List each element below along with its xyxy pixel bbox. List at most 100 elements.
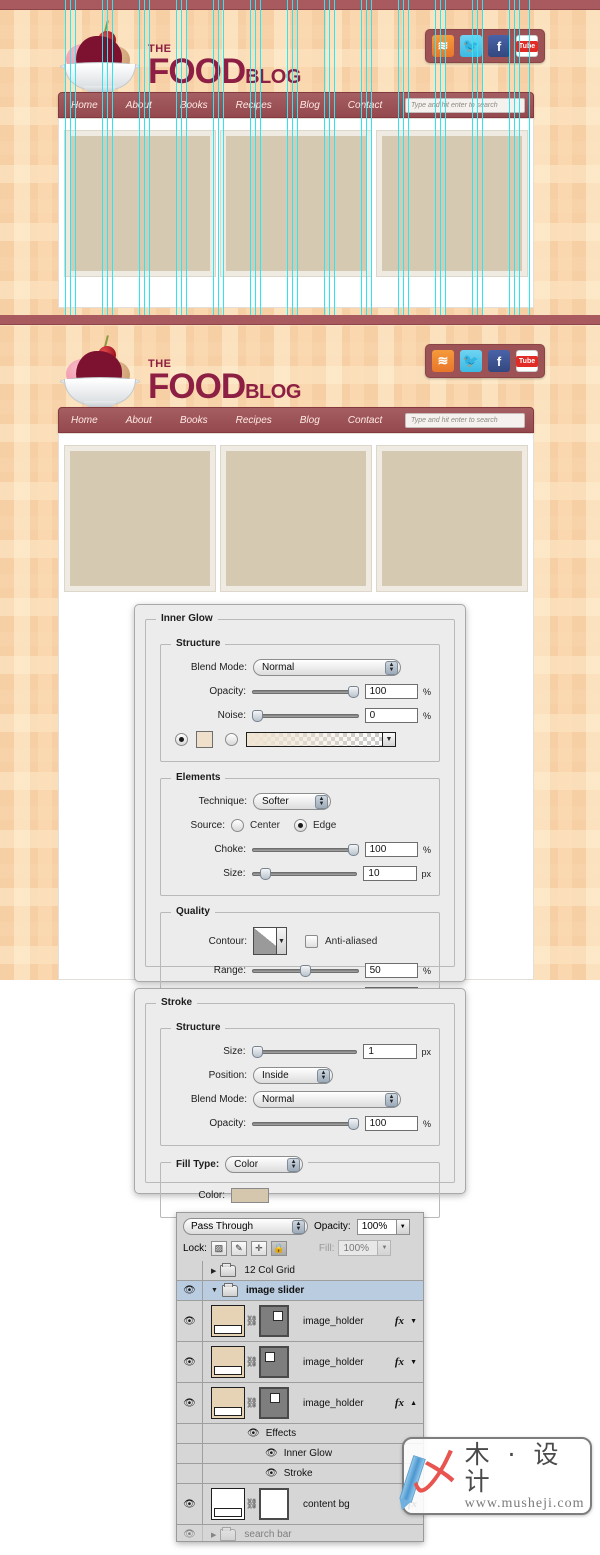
source-center-radio[interactable] xyxy=(231,819,244,832)
layer-row-inner-glow[interactable]: 👁 Inner Glow xyxy=(177,1444,423,1464)
site-logo-2[interactable]: THE FOOD BLOG xyxy=(58,333,301,407)
lock-all-icon[interactable]: 🔒 xyxy=(270,1240,287,1256)
glow-color-swatch[interactable] xyxy=(196,731,213,748)
lock-position-icon[interactable]: ✛ xyxy=(250,1240,267,1256)
layer-row-image-holder-2[interactable]: 👁 ⛓ image_holder fx ▼ xyxy=(177,1342,423,1383)
link-icon[interactable]: ⛓ xyxy=(245,1499,259,1510)
stroke-position-select[interactable]: Inside ▲ ▼ xyxy=(253,1067,333,1084)
eye-icon[interactable]: 👁 xyxy=(183,1285,196,1296)
layer-mask-thumbnail[interactable] xyxy=(259,1488,289,1520)
nav-item-home[interactable]: Home xyxy=(71,415,114,426)
chevron-down-icon[interactable]: ▼ xyxy=(410,1318,423,1325)
noise-value[interactable]: 0 xyxy=(364,708,418,723)
youtube-icon[interactable]: Tube xyxy=(515,350,539,372)
stroke-opacity-value[interactable]: 100 xyxy=(364,1116,418,1131)
layer-thumbnail[interactable] xyxy=(211,1387,245,1419)
nav-item-books[interactable]: Books xyxy=(180,415,224,426)
layer-row-image-slider[interactable]: 👁 ▼ image slider xyxy=(177,1281,423,1301)
contour-preset-picker[interactable]: ▼ xyxy=(253,927,287,955)
link-icon[interactable]: ⛓ xyxy=(245,1357,259,1368)
blend-mode-dropdown[interactable]: Pass Through ▲ ▼ xyxy=(183,1218,308,1235)
opacity-value[interactable]: 100% xyxy=(356,1218,397,1235)
layer-mask-thumbnail[interactable] xyxy=(259,1305,289,1337)
chevron-right-icon[interactable]: ▶ xyxy=(211,1267,216,1275)
stroke-dialog[interactable]: Stroke Structure Size: 1 px Position: In… xyxy=(134,988,466,1218)
visibility-toggle[interactable]: 👁 xyxy=(177,1342,203,1382)
facebook-icon[interactable]: f xyxy=(488,350,510,372)
eye-icon[interactable]: 👁 xyxy=(183,1398,196,1409)
slide-image-holder-3[interactable] xyxy=(377,446,527,591)
chevron-up-down-icon[interactable]: ▲ ▼ xyxy=(317,1068,330,1083)
visibility-toggle[interactable]: 👁 xyxy=(177,1281,203,1300)
stroke-color-swatch[interactable] xyxy=(231,1188,269,1203)
slide-image-holder-2[interactable] xyxy=(221,446,371,591)
nav-item-blog[interactable]: Blog xyxy=(300,415,336,426)
lock-paint-icon[interactable]: ✎ xyxy=(230,1240,247,1256)
layers-panel[interactable]: Pass Through ▲ ▼ Opacity: 100% ▼ Lock: ▨ … xyxy=(176,1212,424,1542)
range-slider[interactable] xyxy=(252,964,359,978)
chevron-down-icon[interactable]: ▼ xyxy=(211,1287,218,1294)
choke-value[interactable]: 100 xyxy=(364,842,418,857)
nav-item-recipes[interactable]: Recipes xyxy=(236,415,288,426)
layer-row-effects[interactable]: 👁 Effects xyxy=(177,1424,423,1444)
layer-mask-thumbnail[interactable] xyxy=(259,1346,289,1378)
eye-icon[interactable]: 👁 xyxy=(265,1468,278,1479)
chevron-up-down-icon[interactable]: ▲ ▼ xyxy=(385,1092,398,1107)
eye-icon[interactable]: 👁 xyxy=(183,1316,196,1327)
technique-select[interactable]: Softer ▲ ▼ xyxy=(253,793,331,810)
layer-mask-thumbnail[interactable] xyxy=(259,1387,289,1419)
visibility-toggle[interactable]: 👁 xyxy=(177,1383,203,1423)
visibility-toggle[interactable]: 👁 xyxy=(177,1525,203,1541)
fx-icon[interactable]: fx xyxy=(395,1356,410,1368)
chevron-down-icon[interactable]: ▼ xyxy=(396,1218,410,1235)
chevron-down-icon[interactable]: ▼ xyxy=(276,928,286,954)
layer-row-12-col-grid[interactable]: ▶ 12 Col Grid xyxy=(177,1261,423,1281)
link-icon[interactable]: ⛓ xyxy=(245,1398,259,1409)
stroke-size-slider[interactable] xyxy=(251,1045,358,1059)
chevron-up-down-icon[interactable]: ▲ ▼ xyxy=(292,1219,305,1234)
size-value[interactable]: 10 xyxy=(363,866,417,881)
inner-glow-dialog[interactable]: Inner Glow Structure Blend Mode: Normal … xyxy=(134,604,466,1017)
twitter-icon[interactable]: 🐦 xyxy=(460,350,482,372)
chevron-up-down-icon[interactable]: ▲ ▼ xyxy=(315,794,328,809)
layer-row-image-holder-3[interactable]: 👁 ⛓ image_holder fx ▲ xyxy=(177,1383,423,1424)
eye-icon[interactable]: 👁 xyxy=(247,1428,260,1439)
stroke-opacity-slider[interactable] xyxy=(252,1117,359,1131)
eye-icon[interactable]: 👁 xyxy=(183,1357,196,1368)
chevron-up-icon[interactable]: ▲ xyxy=(410,1400,423,1407)
visibility-toggle[interactable] xyxy=(177,1261,203,1280)
visibility-toggle[interactable]: 👁 xyxy=(177,1484,203,1524)
source-edge-radio[interactable] xyxy=(294,819,308,832)
nav-item-contact[interactable]: Contact xyxy=(348,415,398,426)
eye-icon[interactable]: 👁 xyxy=(265,1448,278,1459)
blend-mode-select[interactable]: Normal ▲ ▼ xyxy=(253,659,401,676)
fx-icon[interactable]: fx xyxy=(395,1315,410,1327)
color-fill-radio[interactable] xyxy=(175,733,188,746)
noise-slider[interactable] xyxy=(252,709,359,723)
gradient-fill-radio[interactable] xyxy=(225,733,238,746)
rss-icon[interactable]: ≋ xyxy=(432,350,454,372)
stroke-blend-mode-select[interactable]: Normal ▲ ▼ xyxy=(253,1091,401,1108)
chevron-up-down-icon[interactable]: ▲ ▼ xyxy=(287,1157,301,1172)
gradient-picker[interactable]: ▼ xyxy=(246,732,396,747)
layer-thumbnail[interactable] xyxy=(211,1488,245,1520)
chevron-right-icon[interactable]: ▶ xyxy=(211,1531,216,1539)
opacity-slider[interactable] xyxy=(252,685,359,699)
nav-item-about[interactable]: About xyxy=(126,415,168,426)
size-slider[interactable] xyxy=(251,867,358,881)
anti-aliased-checkbox[interactable] xyxy=(305,934,318,948)
opacity-field-wrap[interactable]: 100% ▼ xyxy=(356,1218,410,1235)
eye-icon[interactable]: 👁 xyxy=(183,1499,196,1510)
link-icon[interactable]: ⛓ xyxy=(245,1316,259,1327)
layer-thumbnail[interactable] xyxy=(211,1305,245,1337)
lock-transparent-icon[interactable]: ▨ xyxy=(210,1240,227,1256)
stroke-size-value[interactable]: 1 xyxy=(363,1044,417,1059)
chevron-down-icon[interactable]: ▼ xyxy=(410,1359,423,1366)
search-input-2[interactable]: Type and hit enter to search xyxy=(405,413,525,428)
fill-value[interactable]: 100% xyxy=(338,1240,379,1256)
chevron-down-icon[interactable]: ▼ xyxy=(383,732,396,747)
slide-image-holder-1[interactable] xyxy=(65,446,215,591)
layer-row-content-bg[interactable]: 👁 ⛓ content bg fx xyxy=(177,1484,423,1525)
choke-slider[interactable] xyxy=(252,843,359,857)
fx-icon[interactable]: fx xyxy=(395,1397,410,1409)
